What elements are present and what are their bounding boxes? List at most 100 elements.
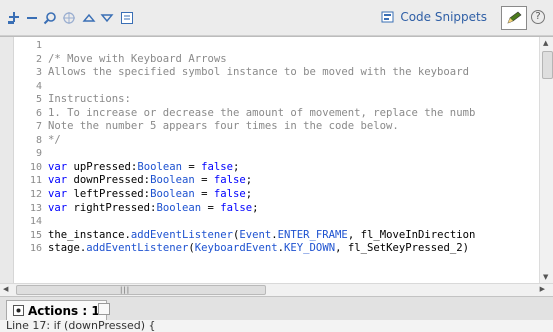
code-token: Boolean (150, 174, 195, 187)
code-line[interactable]: 14 (14, 215, 539, 229)
code-token: = (194, 174, 214, 187)
code-token: Note the number 5 appears four times in … (48, 120, 399, 133)
code-text: var upPressed:Boolean = false; (48, 161, 239, 175)
code-text: Allows the specified symbol instance to … (48, 66, 469, 80)
code-token: = (181, 160, 202, 173)
code-token: KEY_DOWN (284, 242, 336, 255)
line-number: 13 (29, 202, 42, 214)
remove-statement-icon[interactable] (25, 11, 39, 25)
code-token: ; (245, 174, 253, 187)
code-token: rightPressed: (67, 201, 157, 214)
code-token: Instructions: (48, 93, 131, 106)
code-token: Boolean (150, 188, 195, 201)
vertical-scroll-thumb[interactable] (542, 51, 553, 79)
pin-script-icon[interactable] (98, 303, 110, 315)
code-line[interactable]: 11 var downPressed:Boolean = false; (14, 174, 539, 188)
line-number: 8 (35, 134, 42, 146)
code-token: KeyboardEvent (194, 242, 278, 255)
actions-tab-bar: Actions : 1 (0, 296, 553, 320)
scroll-up-icon[interactable]: ▲ (543, 39, 548, 47)
code-line[interactable]: 10 var upPressed:Boolean = false; (14, 161, 539, 175)
horizontal-scroll-thumb[interactable] (16, 285, 266, 295)
line-number: 14 (29, 216, 42, 228)
code-token: var (48, 174, 68, 187)
line-number: 7 (35, 121, 42, 133)
code-token: upPressed: (67, 160, 138, 173)
move-up-icon[interactable] (82, 11, 96, 25)
code-text: stage.addEventListener(KeyboardEvent.KEY… (48, 242, 469, 256)
code-line[interactable]: 1 (14, 39, 539, 53)
code-token: var (48, 201, 68, 214)
move-down-icon[interactable] (100, 11, 114, 25)
line-number: 4 (35, 80, 42, 92)
code-line[interactable]: 12 var leftPressed:Boolean = false; (14, 188, 539, 202)
code-line[interactable]: 7 Note the number 5 appears four times in… (14, 120, 539, 134)
code-token: false (220, 201, 253, 214)
code-text: the_instance.addEventListener(Event.ENTE… (48, 229, 475, 243)
line-number: 1 (35, 40, 42, 51)
code-token: false (213, 174, 246, 187)
code-line[interactable]: 13 var rightPressed:Boolean = false; (14, 202, 539, 216)
line-number: 10 (29, 161, 42, 173)
line-number: 9 (35, 148, 42, 160)
insert-icon[interactable] (120, 11, 134, 25)
line-number: 5 (35, 94, 42, 106)
edit-toggle-button[interactable] (501, 6, 527, 30)
pencil-icon (507, 11, 522, 24)
actions-tab[interactable]: Actions : 1 (6, 300, 107, 320)
code-line[interactable]: 15 the_instance.addEventListener(Event.EN… (14, 229, 539, 243)
code-token: downPressed: (67, 174, 151, 187)
code-token: false (213, 188, 246, 201)
scroll-down-icon[interactable]: ▼ (543, 273, 548, 281)
line-number: 15 (29, 229, 42, 241)
code-text: var leftPressed:Boolean = false; (48, 188, 252, 202)
code-line[interactable]: 6 1. To increase or decrease the amount o… (14, 107, 539, 121)
editor-gutter (0, 37, 14, 283)
code-token: ; (245, 188, 253, 201)
line-number: 3 (35, 67, 42, 79)
code-token: /* Move with Keyboard Arrows (48, 52, 227, 65)
status-line: Line 17: if (downPressed) { (0, 320, 553, 332)
code-snippets-button[interactable]: Code Snippets (381, 10, 487, 24)
code-token: leftPressed: (67, 188, 151, 201)
code-token: ; (252, 201, 259, 214)
code-line[interactable]: 9 (14, 147, 539, 161)
code-editor[interactable]: 1 2 /* Move with Keyboard Arrows 3 Allows th… (0, 36, 553, 283)
target-icon[interactable] (62, 11, 76, 25)
code-token: addEventListener (130, 228, 233, 241)
code-token: var (48, 160, 68, 173)
code-token: stage. (48, 242, 87, 255)
code-line[interactable]: 2 /* Move with Keyboard Arrows (14, 53, 539, 67)
code-token: Boolean (137, 160, 182, 173)
code-token: , fl_SetKeyPressed_2) (335, 242, 470, 255)
scroll-left-icon[interactable]: ◀ (3, 285, 8, 293)
code-text: var rightPressed:Boolean = false; (48, 202, 259, 216)
code-lines: 1 2 /* Move with Keyboard Arrows 3 Allows th… (14, 39, 539, 256)
line-number: 6 (35, 107, 42, 119)
code-text: Note the number 5 appears four times in … (48, 120, 399, 134)
help-button[interactable]: ? (531, 10, 545, 24)
frame-actions-icon (13, 305, 24, 316)
horizontal-scrollbar[interactable]: ◀ ||| ▶ (0, 283, 553, 296)
scroll-right-icon[interactable]: ▶ (540, 285, 545, 293)
scroll-grip-icon: ||| (120, 286, 131, 294)
code-line[interactable]: 5 Instructions: (14, 93, 539, 107)
code-token: the_instance. (48, 228, 131, 241)
code-token: Event (239, 228, 272, 241)
code-token: = (201, 201, 221, 214)
line-number: 2 (35, 53, 42, 65)
code-token: var (48, 188, 68, 201)
code-text: */ (48, 134, 61, 148)
code-line[interactable]: 4 (14, 80, 539, 94)
code-line[interactable]: 8 */ (14, 134, 539, 148)
code-text: Instructions: (48, 93, 131, 107)
code-token: Allows the specified symbol instance to … (48, 66, 469, 79)
line-number: 11 (29, 175, 42, 187)
code-token: = (194, 188, 214, 201)
add-statement-icon[interactable] (7, 11, 21, 25)
find-icon[interactable] (43, 11, 57, 25)
vertical-scrollbar[interactable]: ▲ ▼ (539, 37, 553, 283)
code-line[interactable]: 16 stage.addEventListener(KeyboardEvent.K… (14, 242, 539, 256)
code-line[interactable]: 3 Allows the specified symbol instance to… (14, 66, 539, 80)
code-text: var downPressed:Boolean = false; (48, 174, 252, 188)
